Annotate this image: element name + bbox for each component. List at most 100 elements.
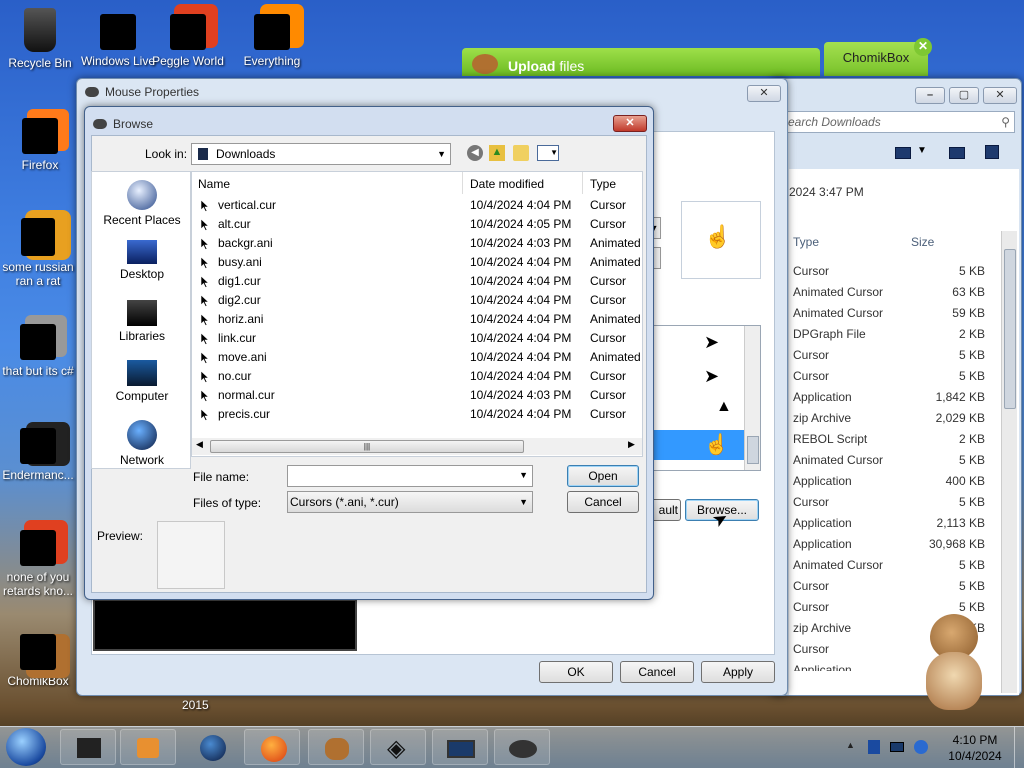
list-item[interactable]: Animated Cursor 5 KB (789, 555, 989, 576)
clock[interactable]: 4:10 PM 10/4/2024 (940, 732, 1010, 764)
list-item[interactable]: zip Archive 2,029 KB (789, 408, 989, 429)
new-folder-icon[interactable] (513, 145, 529, 161)
scrollbar-thumb[interactable] (1004, 249, 1016, 409)
back-icon[interactable]: ◀ (467, 145, 483, 161)
table-row[interactable]: backgr.ani 10/4/2024 4:03 PM Animated (192, 234, 644, 253)
use-default-button[interactable]: ault (651, 499, 681, 521)
start-orb-icon[interactable] (6, 728, 46, 766)
desktop-icon-endermanch[interactable]: Endermanc... (0, 428, 78, 482)
desktop-icon-firefox[interactable]: Firefox (0, 118, 80, 172)
list-item[interactable]: Cursor 5 KB (789, 261, 989, 282)
table-row[interactable]: no.cur 10/4/2024 4:04 PM Cursor (192, 367, 644, 386)
files-of-type-select[interactable]: Cursors (*.ani, *.cur) ▼ (287, 491, 533, 513)
tray-app-icon[interactable] (868, 740, 880, 754)
maximize-button[interactable]: ▢ (949, 87, 979, 104)
table-row[interactable]: link.cur 10/4/2024 4:04 PM Cursor (192, 329, 644, 348)
list-item[interactable]: Application 400 KB (789, 471, 989, 492)
column-header-date[interactable]: Date modified (470, 177, 544, 191)
desktop-icon-russian-rat[interactable]: some russian ran a rat (0, 218, 78, 288)
horizontal-scrollbar[interactable]: ◀ ||| ▶ (192, 438, 642, 455)
list-item[interactable]: DPGraph File 2 KB (789, 324, 989, 345)
list-item[interactable]: Animated Cursor 5 KB (789, 450, 989, 471)
list-item[interactable]: Cursor 5 KB (789, 576, 989, 597)
search-input[interactable]: earch Downloads ⚲ (785, 111, 1015, 133)
file-name-input[interactable]: ▼ (287, 465, 533, 487)
scrollbar[interactable] (1001, 231, 1017, 693)
tray-expand-icon[interactable]: ▲ (846, 740, 855, 750)
column-header-name[interactable]: Name (198, 177, 230, 191)
list-item[interactable]: Cursor 5 KB (789, 492, 989, 513)
file-list[interactable]: Name Date modified Type vertical.cur 10/4… (191, 171, 643, 457)
desktop-icon-recycle-bin[interactable]: Recycle Bin (0, 8, 80, 70)
apply-button[interactable]: Apply (701, 661, 775, 683)
table-row[interactable]: dig2.cur 10/4/2024 4:04 PM Cursor (192, 291, 644, 310)
selected-cursor-row[interactable]: ☝ (652, 430, 744, 460)
desktop-icon-chomikbox[interactable]: ChomikBox (0, 634, 78, 688)
scroll-left-icon[interactable]: ◀ (196, 439, 203, 450)
table-row[interactable]: move.ani 10/4/2024 4:04 PM Animated (192, 348, 644, 367)
tray-monitor-icon[interactable] (890, 742, 904, 752)
table-row[interactable]: normal.cur 10/4/2024 4:03 PM Cursor (192, 386, 644, 405)
list-item[interactable]: Application 30,968 KB (789, 534, 989, 555)
list-item[interactable]: Application 1,842 KB (789, 387, 989, 408)
desktop-icon-everything[interactable]: Everything (232, 14, 312, 68)
cancel-button[interactable]: Cancel (620, 661, 694, 683)
table-row[interactable]: vertical.cur 10/4/2024 4:04 PM Cursor (192, 196, 644, 215)
look-in-dropdown[interactable]: Downloads ▼ (191, 143, 451, 165)
ok-button[interactable]: OK (539, 661, 613, 683)
list-item[interactable]: Animated Cursor 59 KB (789, 303, 989, 324)
cancel-button[interactable]: Cancel (567, 491, 639, 513)
place-network[interactable]: Network (92, 420, 192, 467)
list-item[interactable]: Application 2,113 KB (789, 513, 989, 534)
table-row[interactable]: dig1.cur 10/4/2024 4:04 PM Cursor (192, 272, 644, 291)
taskbar-item-chomikbox[interactable] (308, 729, 364, 765)
table-row[interactable]: precis.cur 10/4/2024 4:04 PM Cursor (192, 405, 644, 424)
close-button[interactable]: ✕ (613, 115, 647, 132)
chomikbox-upload-bar[interactable]: Upload files (462, 48, 820, 76)
list-item[interactable]: Cursor 5 KB (789, 366, 989, 387)
open-button[interactable]: Open (567, 465, 639, 487)
table-row[interactable]: busy.ani 10/4/2024 4:04 PM Animated (192, 253, 644, 272)
place-desktop[interactable]: Desktop (92, 240, 192, 281)
column-header-size[interactable]: Size (911, 235, 934, 249)
up-folder-icon[interactable]: ▲ (489, 145, 505, 161)
close-button[interactable]: ✕ (983, 87, 1017, 104)
desktop-icon-peggle-world[interactable]: Peggle World (148, 14, 228, 68)
scrollbar-thumb[interactable]: ||| (210, 440, 524, 453)
taskbar-item-globe[interactable] (184, 729, 240, 765)
taskbar-item-media-player[interactable] (120, 729, 176, 765)
view-menu-icon[interactable]: ▼ (537, 145, 559, 161)
close-button[interactable]: ✕ (747, 85, 781, 102)
list-item[interactable]: Animated Cursor 63 KB (789, 282, 989, 303)
place-libraries[interactable]: Libraries (92, 300, 192, 343)
column-header-type[interactable]: Type (590, 177, 616, 191)
taskbar-item-app[interactable] (60, 729, 116, 765)
scrollbar-thumb[interactable] (747, 436, 759, 464)
minimize-button[interactable]: – (915, 87, 945, 104)
table-row[interactable]: alt.cur 10/4/2024 4:05 PM Cursor (192, 215, 644, 234)
list-item[interactable]: Cursor 5 KB (789, 345, 989, 366)
desktop-icon-windows-live[interactable]: Windows Live (78, 14, 158, 68)
place-computer[interactable]: Computer (92, 360, 192, 403)
preview-pane-icon[interactable] (949, 147, 965, 159)
tray-network-icon[interactable] (914, 740, 928, 754)
scroll-right-icon[interactable]: ▶ (628, 439, 635, 450)
list-scrollbar[interactable] (744, 326, 760, 470)
chevron-down-icon[interactable]: ▼ (519, 470, 528, 480)
chomikbox-tab[interactable]: ChomikBox (824, 42, 928, 76)
column-header-type[interactable]: Type (793, 235, 819, 249)
taskbar-item-mouse[interactable] (494, 729, 550, 765)
table-row[interactable]: horiz.ani 10/4/2024 4:04 PM Animated (192, 310, 644, 329)
cursor-list[interactable]: ➤ ➤ ▲ ☝ (651, 325, 761, 471)
help-icon[interactable] (985, 145, 999, 159)
taskbar-item-unity[interactable]: ◈ (370, 729, 426, 765)
place-recent-places[interactable]: Recent Places (92, 180, 192, 227)
chevron-down-icon[interactable]: ▼ (917, 145, 927, 156)
desktop-icon-csharp[interactable]: that but its c# (0, 324, 78, 378)
chomikbox-close-icon[interactable]: ✕ (914, 38, 932, 56)
list-item[interactable]: REBOL Script 2 KB (789, 429, 989, 450)
show-desktop-button[interactable] (1014, 727, 1024, 768)
desktop-icon-retards[interactable]: none of you retards kno... (0, 530, 78, 598)
taskbar-item-firefox[interactable] (244, 729, 300, 765)
view-icon[interactable] (895, 147, 911, 159)
